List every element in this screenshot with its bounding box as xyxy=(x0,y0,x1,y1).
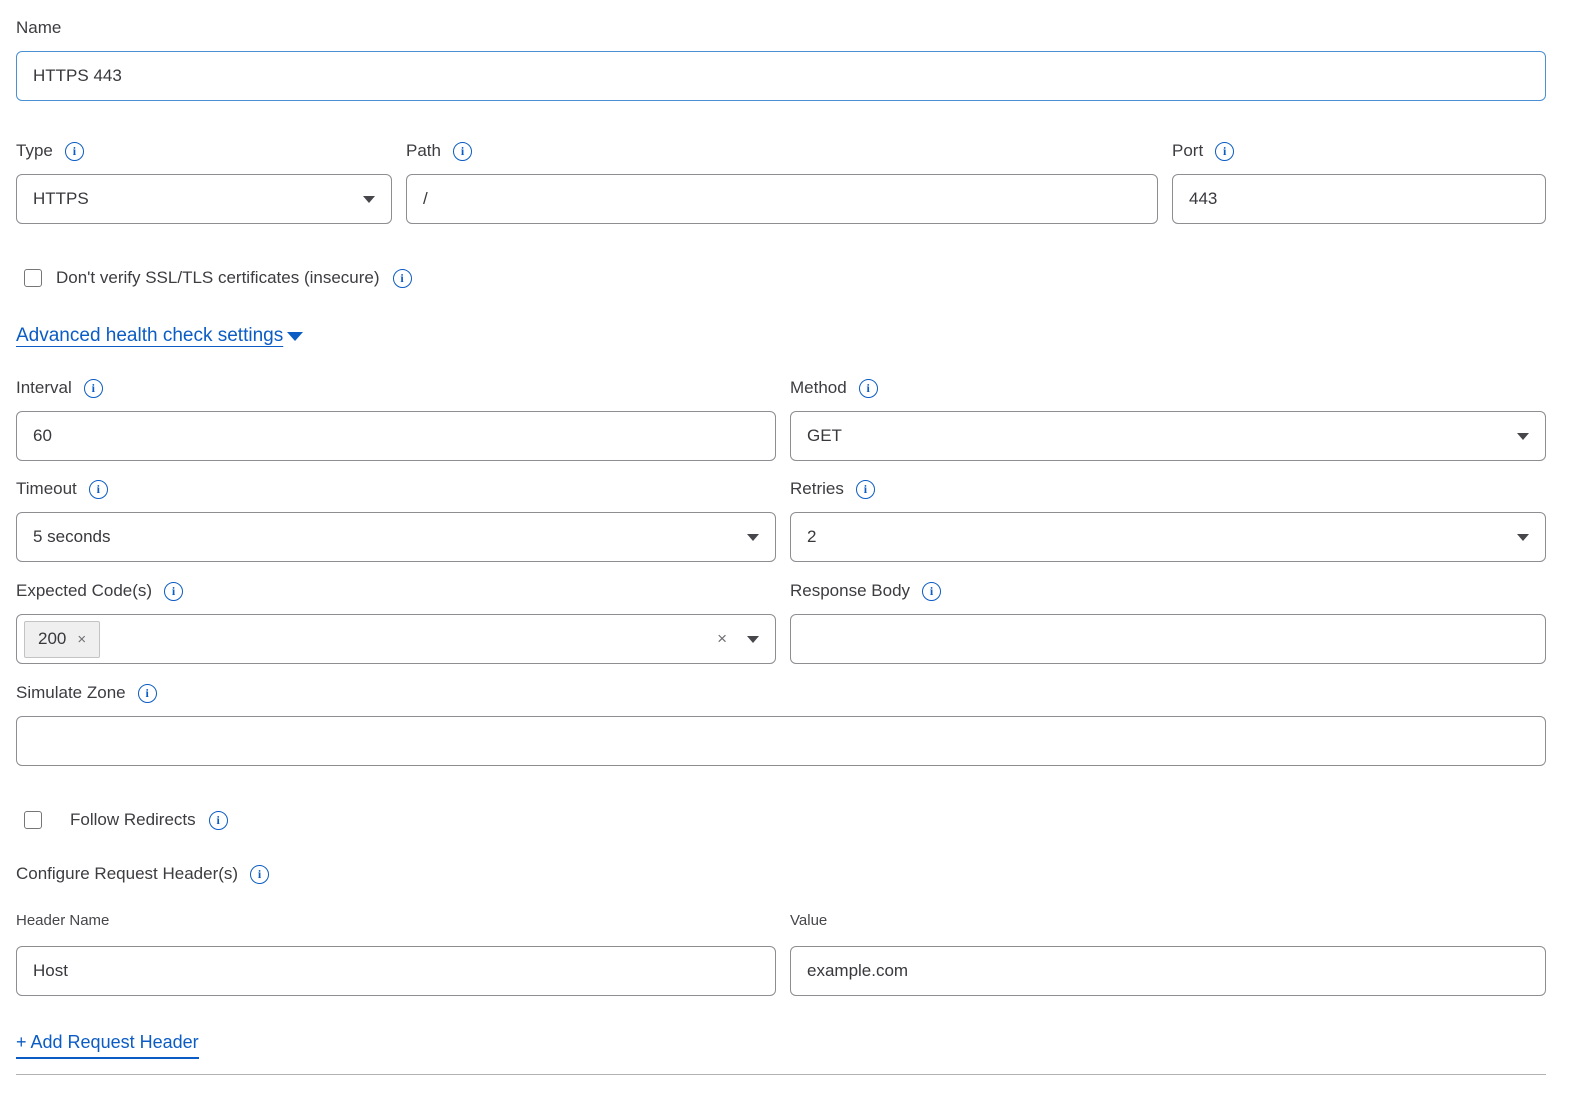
chevron-down-icon xyxy=(1517,534,1529,541)
chevron-down-icon xyxy=(1517,433,1529,440)
codes-body-row: Expected Code(s) i 200 × × Response Body… xyxy=(16,581,1546,664)
follow-redirects-label: Follow Redirects xyxy=(70,810,196,830)
ssl-verify-label: Don't verify SSL/TLS certificates (insec… xyxy=(56,268,380,288)
simulate-zone-input[interactable] xyxy=(16,716,1546,766)
chevron-down-icon xyxy=(363,196,375,203)
path-label-text: Path xyxy=(406,141,441,161)
ssl-verify-row: Don't verify SSL/TLS certificates (insec… xyxy=(16,268,1546,288)
type-label-text: Type xyxy=(16,141,53,161)
code-tag: 200 × xyxy=(24,621,100,658)
simulate-zone-label-text: Simulate Zone xyxy=(16,683,126,703)
follow-redirects-info-icon[interactable]: i xyxy=(209,811,228,830)
header-name-label-text: Header Name xyxy=(16,912,109,929)
request-headers-info-icon[interactable]: i xyxy=(250,865,269,884)
timeout-info-icon[interactable]: i xyxy=(89,480,108,499)
retries-select[interactable]: 2 xyxy=(790,512,1546,562)
port-label-text: Port xyxy=(1172,141,1203,161)
request-header-row: Header Name Value xyxy=(16,912,1546,996)
clear-icon[interactable]: × xyxy=(717,629,727,649)
method-label-text: Method xyxy=(790,378,847,398)
simulate-zone-label: Simulate Zone i xyxy=(16,683,1546,703)
interval-label: Interval i xyxy=(16,378,776,398)
interval-label-text: Interval xyxy=(16,378,72,398)
expected-codes-info-icon[interactable]: i xyxy=(164,582,183,601)
port-info-icon[interactable]: i xyxy=(1215,142,1234,161)
type-path-port-row: Type i HTTPS Path i Port i xyxy=(16,141,1546,224)
expected-codes-label-text: Expected Code(s) xyxy=(16,581,152,601)
path-input[interactable] xyxy=(406,174,1158,224)
port-label: Port i xyxy=(1172,141,1546,161)
timeout-select[interactable]: 5 seconds xyxy=(16,512,776,562)
method-info-icon[interactable]: i xyxy=(859,379,878,398)
method-label: Method i xyxy=(790,378,1546,398)
path-info-icon[interactable]: i xyxy=(453,142,472,161)
chevron-down-icon[interactable] xyxy=(747,636,759,643)
response-body-label-text: Response Body xyxy=(790,581,910,601)
retries-label-text: Retries xyxy=(790,479,844,499)
method-select[interactable]: GET xyxy=(790,411,1546,461)
header-name-input[interactable] xyxy=(16,946,776,996)
header-value-label: Value xyxy=(790,912,1546,929)
request-headers-section-text: Configure Request Header(s) xyxy=(16,864,238,884)
response-body-input[interactable] xyxy=(790,614,1546,664)
type-select[interactable]: HTTPS xyxy=(16,174,392,224)
triangle-down-icon xyxy=(287,332,303,341)
response-body-info-icon[interactable]: i xyxy=(922,582,941,601)
header-value-label-text: Value xyxy=(790,912,827,929)
retries-select-value: 2 xyxy=(807,527,816,547)
follow-redirects-row: Follow Redirects i xyxy=(16,810,1546,830)
simulate-zone-info-icon[interactable]: i xyxy=(138,684,157,703)
chevron-down-icon xyxy=(747,534,759,541)
expected-codes-multiselect[interactable]: 200 × × xyxy=(16,614,776,664)
name-label: Name xyxy=(16,18,1546,38)
advanced-settings-link-text: Advanced health check settings xyxy=(16,325,283,347)
advanced-settings-link[interactable]: Advanced health check settings xyxy=(16,325,303,347)
request-headers-section-label: Configure Request Header(s) i xyxy=(16,864,1546,884)
ssl-verify-info-icon[interactable]: i xyxy=(393,269,412,288)
response-body-label: Response Body i xyxy=(790,581,1546,601)
interval-info-icon[interactable]: i xyxy=(84,379,103,398)
port-input[interactable] xyxy=(1172,174,1546,224)
header-value-input[interactable] xyxy=(790,946,1546,996)
follow-redirects-checkbox[interactable] xyxy=(24,811,42,829)
name-label-text: Name xyxy=(16,18,61,38)
code-tag-text: 200 xyxy=(38,629,66,649)
add-request-header-link[interactable]: + Add Request Header xyxy=(16,1032,199,1059)
interval-method-row: Interval i Method i GET xyxy=(16,378,1546,461)
timeout-retries-row: Timeout i 5 seconds Retries i 2 xyxy=(16,479,1546,562)
retries-info-icon[interactable]: i xyxy=(856,480,875,499)
type-label: Type i xyxy=(16,141,392,161)
interval-input[interactable] xyxy=(16,411,776,461)
header-name-label: Header Name xyxy=(16,912,776,929)
timeout-label-text: Timeout xyxy=(16,479,77,499)
timeout-select-value: 5 seconds xyxy=(33,527,111,547)
ssl-verify-checkbox[interactable] xyxy=(24,269,42,287)
name-input[interactable] xyxy=(16,51,1546,101)
expected-codes-label: Expected Code(s) i xyxy=(16,581,776,601)
tag-remove-icon[interactable]: × xyxy=(77,631,86,648)
retries-label: Retries i xyxy=(790,479,1546,499)
timeout-label: Timeout i xyxy=(16,479,776,499)
type-info-icon[interactable]: i xyxy=(65,142,84,161)
section-divider xyxy=(16,1074,1546,1075)
type-select-value: HTTPS xyxy=(33,189,89,209)
method-select-value: GET xyxy=(807,426,842,446)
path-label: Path i xyxy=(406,141,1158,161)
